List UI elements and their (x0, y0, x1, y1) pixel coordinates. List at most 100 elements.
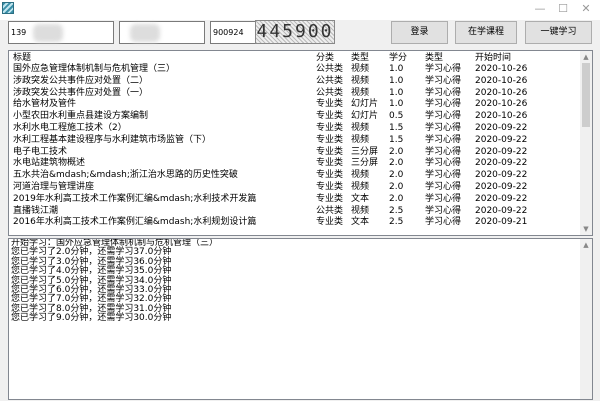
cell: 2.0 (389, 182, 404, 192)
maximize-icon[interactable]: ☐ (553, 2, 573, 16)
cell: 文本 (351, 193, 370, 204)
cell: 1.0 (389, 75, 404, 86)
cell: 学习心得 (425, 205, 462, 216)
login-button[interactable]: 登录 (391, 21, 448, 44)
cell: 公共类 (316, 75, 344, 86)
cell: 幻灯片 (351, 99, 379, 110)
cell: 1.5 (389, 134, 404, 145)
close-icon[interactable]: ✕ (576, 2, 596, 16)
cell: 专业类 (316, 134, 344, 145)
table-row[interactable]: 水电站建筑物概述 专业类 三分屏 2.0 学习心得 2020-09-22 (9, 157, 581, 169)
cell: 2020-09-22 (475, 158, 528, 169)
study-log[interactable]: 开始学习：国外应急管理体制机制与危机管理（三） 您已学习了2.0分钟，还需学习37… (8, 238, 593, 400)
account-value: 139 (11, 28, 27, 37)
cell: 三分屏 (351, 146, 379, 157)
table-row[interactable]: 水利水电工程施工技术（2） 专业类 视频 1.5 学习心得 2020-09-22 (9, 122, 581, 134)
cell: 专业类 (316, 170, 344, 181)
cell: 2.5 (389, 205, 404, 216)
table-row[interactable]: 直播钱江潮 公共类 视频 2.5 学习心得 2020-09-22 (9, 205, 581, 217)
cell: 视频 (351, 182, 370, 192)
cell: 1.0 (389, 87, 404, 98)
cell: 水利水电工程施工技术（2） (13, 123, 127, 133)
cell: 视频 (351, 64, 370, 74)
table-row[interactable]: 水利工程基本建设程序与水利建筑市场监管（下） 专业类 视频 1.5 学习心得 2020-0… (9, 134, 581, 146)
table-row[interactable]: 电子电工技术 专业类 三分屏 2.0 学习心得 2020-09-22 (9, 146, 581, 158)
captcha-image[interactable]: 445900 (255, 20, 335, 44)
cell: 2016年水利高工技术工作案例汇编&mdash;水利规划设计篇 (13, 217, 257, 228)
table-row[interactable]: 小型农田水利重点县建设方案编制 专业类 幻灯片 0.5 学习心得 2020-10-26 (9, 110, 581, 122)
one-click-study-button[interactable]: 一键学习 (525, 21, 592, 44)
cell: 直播钱江潮 (13, 205, 59, 216)
cell: 视频 (351, 87, 370, 98)
table-row[interactable]: 涉政突发公共事件应对处置（二） 公共类 视频 1.0 学习心得 2020-10-26 (9, 75, 581, 87)
cell: 视频 (351, 134, 370, 145)
table-row[interactable]: 2019年水利高工技术工作案例汇编&mdash;水利技术开发篇 专业类 文本 2.0 学… (9, 193, 581, 205)
cell: 2020-09-22 (475, 205, 528, 216)
table-row[interactable]: 国外应急管理体制机制与危机管理（三） 公共类 视频 1.0 学习心得 2020-10-26 (9, 63, 581, 75)
redacted-blur (33, 24, 63, 42)
app-icon (2, 2, 14, 14)
title-bar: — ☐ ✕ (0, 0, 600, 20)
table-row[interactable]: 涉政突发公共事件应对处置（一） 公共类 视频 1.0 学习心得 2020-10-26 (9, 87, 581, 99)
cell: 河道治理与管理讲座 (13, 182, 95, 192)
current-courses-button[interactable]: 在学课程 (455, 21, 517, 44)
cell: 2020-09-22 (475, 123, 528, 133)
cell: 学习心得 (425, 111, 462, 122)
cell: 视频 (351, 205, 370, 216)
cell: 学习心得 (425, 158, 462, 169)
cell: 水电站建筑物概述 (13, 158, 86, 169)
cell: 专业类 (316, 123, 344, 133)
cell: 国外应急管理体制机制与危机管理（三） (13, 64, 176, 74)
cell: 公共类 (316, 87, 344, 98)
cell: 学习心得 (425, 75, 462, 86)
log-line: 您已学习了9.0分钟，还需学习30.0分钟 (11, 313, 172, 324)
log-scrollbar[interactable]: ▲ (580, 239, 592, 399)
cell: 学习心得 (425, 170, 462, 181)
cell: 2.0 (389, 193, 404, 204)
table-row[interactable]: 河道治理与管理讲座 专业类 视频 2.0 学习心得 2020-09-22 (9, 181, 581, 193)
account-input[interactable]: 139 (8, 21, 114, 44)
cell: 2020-09-21 (475, 217, 528, 228)
table-row[interactable]: 给水管材及管件 专业类 幻灯片 1.0 学习心得 2020-10-26 (9, 98, 581, 110)
scroll-down-icon[interactable]: ▼ (580, 223, 592, 235)
cell: 专业类 (316, 182, 344, 192)
cell: 学习心得 (425, 87, 462, 98)
cell: 2020-09-22 (475, 146, 528, 157)
scroll-up-icon[interactable]: ▲ (580, 239, 592, 251)
cell: 2020-09-22 (475, 193, 528, 204)
cell: 涉政突发公共事件应对处置（二） (13, 75, 149, 86)
cell: 2019年水利高工技术工作案例汇编&mdash;水利技术开发篇 (13, 193, 257, 204)
cell: 三分屏 (351, 158, 379, 169)
scroll-thumb[interactable] (582, 63, 590, 127)
cell: 2020-10-26 (475, 87, 528, 98)
cell: 公共类 (316, 64, 344, 74)
cell: 1.0 (389, 64, 404, 74)
list-scrollbar[interactable]: ▲ ▼ (580, 51, 592, 235)
cell: 涉政突发公共事件应对处置（一） (13, 87, 149, 98)
cell: 幻灯片 (351, 111, 379, 122)
cell: 2.0 (389, 158, 404, 169)
course-list[interactable]: 标题 分类 类型 学分 类型 开始时间 国外应急管理体制机制与危机管理（三） 公共类 视频 1.0… (8, 50, 593, 236)
cell: 学习心得 (425, 99, 462, 110)
cell: 学习心得 (425, 146, 462, 157)
cell: 1.5 (389, 123, 404, 133)
cell: 专业类 (316, 158, 344, 169)
minimize-icon[interactable]: — (530, 2, 550, 16)
password-input[interactable] (119, 21, 205, 44)
cell: 专业类 (316, 217, 344, 228)
cell: 0.5 (389, 111, 404, 122)
cell: 学习心得 (425, 217, 462, 228)
table-row[interactable]: 2016年水利高工技术工作案例汇编&mdash;水利规划设计篇 专业类 文本 2.5 学… (9, 216, 581, 228)
cell: 2.0 (389, 146, 404, 157)
cell: 视频 (351, 75, 370, 86)
cell: 2020-09-22 (475, 134, 528, 145)
scroll-up-icon[interactable]: ▲ (580, 51, 592, 63)
cell: 视频 (351, 170, 370, 181)
cell: 小型农田水利重点县建设方案编制 (13, 111, 149, 122)
cell: 学习心得 (425, 123, 462, 133)
cell: 2020-10-26 (475, 111, 528, 122)
cell: 专业类 (316, 111, 344, 122)
cell: 水利工程基本建设程序与水利建筑市场监管（下） (13, 134, 212, 145)
cell: 给水管材及管件 (13, 99, 77, 110)
table-row[interactable]: 五水共治&mdash;&mdash;浙江治水思路的历史性突破 专业类 视频 2.0 学习… (9, 169, 581, 181)
